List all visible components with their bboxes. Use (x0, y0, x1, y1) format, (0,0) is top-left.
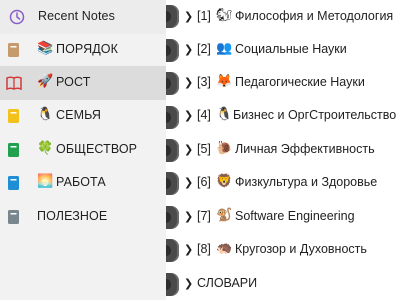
chevron-right-icon[interactable]: ❯ (184, 43, 193, 56)
chevron-right-icon[interactable]: ❯ (184, 176, 193, 189)
sidebar-item-poryadok[interactable]: 📚 ПОРЯДОК (0, 33, 166, 67)
section-number: [6] (197, 175, 211, 189)
sidebar-item-poleznoe[interactable]: ПОЛЕЗНОЕ (0, 200, 166, 234)
sunrise-emoji-icon: 🌅 (37, 174, 54, 189)
sidebar-item-label: Recent Notes (38, 9, 115, 23)
snail-emoji-icon: 🐌 (216, 141, 233, 156)
section-label: СЛОВАРИ (197, 276, 258, 290)
binding-ring (166, 239, 179, 262)
hedgehog-emoji-icon: 🦔 (216, 241, 233, 256)
sidebar-item-label: РАБОТА (56, 175, 106, 189)
section-number: [4] (197, 108, 211, 122)
section-label: Педагогические Науки (235, 75, 365, 89)
sidebar-item-label: РОСТ (56, 75, 91, 89)
binding-ring (166, 273, 179, 296)
section-number: [3] (197, 75, 211, 89)
list-item[interactable]: ❯ [7] 🐒 Software Engineering (180, 200, 400, 234)
sidebar-item-rost[interactable]: 🚀 РОСТ (0, 66, 166, 100)
section-label: Кругозор и Духовность (235, 242, 367, 256)
chevron-right-icon[interactable]: ❯ (184, 243, 193, 256)
sidebar-item-semya[interactable]: 🐧 СЕМЬЯ (0, 99, 166, 133)
sidebar-item-label: ПОРЯДОК (56, 42, 118, 56)
binding-ring (166, 106, 179, 129)
section-label: Software Engineering (235, 209, 355, 223)
binding-ring (166, 72, 179, 95)
section-label: Физкультура и Здоровье (235, 175, 378, 189)
binding-ring (166, 5, 179, 28)
list-item[interactable]: ❯ [1] 🐿 Философия и Методология (180, 0, 400, 34)
chevron-right-icon[interactable]: ❯ (184, 210, 193, 223)
section-label: Социальные Науки (235, 42, 347, 56)
sidebar-item-rabota[interactable]: 🌅 РАБОТА (0, 166, 166, 200)
list-item[interactable]: ❯ [8] 🦔 Кругозор и Духовность (180, 233, 400, 267)
binding-ring (166, 206, 179, 229)
list-item[interactable]: ❯ [4] 🐧 Бизнес и ОргСтроительство (180, 99, 400, 133)
chevron-right-icon[interactable]: ❯ (184, 277, 193, 290)
chevron-right-icon[interactable]: ❯ (184, 143, 193, 156)
list-item[interactable]: ❯ [2] 👥 Социальные Науки (180, 33, 400, 67)
open-book-icon (6, 76, 22, 90)
binding-ring (166, 39, 179, 62)
section-label: Философия и Методология (235, 9, 394, 23)
notebook-icon (8, 176, 19, 190)
section-label: Личная Эффективность (235, 142, 375, 156)
monkey-emoji-icon: 🐒 (216, 208, 233, 223)
notebook-icon (8, 109, 19, 123)
penguin-emoji-icon: 🐧 (216, 107, 233, 122)
binding-ring (166, 172, 179, 195)
section-number: [8] (197, 242, 211, 256)
rocket-emoji-icon: 🚀 (37, 74, 54, 89)
list-item[interactable]: ❯ [5] 🐌 Личная Эффективность (180, 133, 400, 167)
sidebar-item-label: ПОЛЕЗНОЕ (37, 209, 108, 223)
chevron-right-icon[interactable]: ❯ (184, 76, 193, 89)
sidebar-item-label: ОБЩЕСТВОР (56, 142, 138, 156)
notebook-icon (8, 210, 19, 224)
sidebar-item-label: СЕМЬЯ (56, 108, 101, 122)
lion-emoji-icon: 🦁 (216, 174, 233, 189)
clock-icon (9, 9, 25, 25)
list-item[interactable]: ❯ [3] 🦊 Педагогические Науки (180, 66, 400, 100)
chipmunk-emoji-icon: 🐿 (216, 8, 233, 23)
books-emoji-icon: 📚 (37, 41, 54, 56)
chevron-right-icon[interactable]: ❯ (184, 10, 193, 23)
penguin-emoji-icon: 🐧 (37, 107, 54, 122)
list-item[interactable]: ❯ [6] 🦁 Физкультура и Здоровье (180, 166, 400, 200)
sidebar-item-obschestvor[interactable]: 🍀 ОБЩЕСТВОР (0, 133, 166, 167)
sidebar-item-recent-notes[interactable]: Recent Notes (0, 0, 166, 34)
notebook-icon (8, 43, 19, 57)
section-number: [1] (197, 9, 211, 23)
notebook-icon (8, 143, 19, 157)
section-number: [2] (197, 42, 211, 56)
fox-emoji-icon: 🦊 (216, 74, 233, 89)
clover-emoji-icon: 🍀 (37, 141, 54, 156)
list-item[interactable]: ❯ СЛОВАРИ (180, 267, 400, 301)
people-emoji-icon: 👥 (216, 41, 233, 56)
notebook-sidebar: Recent Notes 📚 ПОРЯДОК 🚀 РОСТ 🐧 СЕМЬЯ 🍀 (0, 0, 166, 300)
section-label: Бизнес и ОргСтроительство (233, 108, 397, 122)
section-number: [5] (197, 142, 211, 156)
section-number: [7] (197, 209, 211, 223)
section-list: ❯ [1] 🐿 Философия и Методология ❯ [2] 👥 … (180, 0, 400, 300)
spiral-binding (166, 0, 180, 300)
chevron-right-icon[interactable]: ❯ (184, 109, 193, 122)
binding-ring (166, 139, 179, 162)
